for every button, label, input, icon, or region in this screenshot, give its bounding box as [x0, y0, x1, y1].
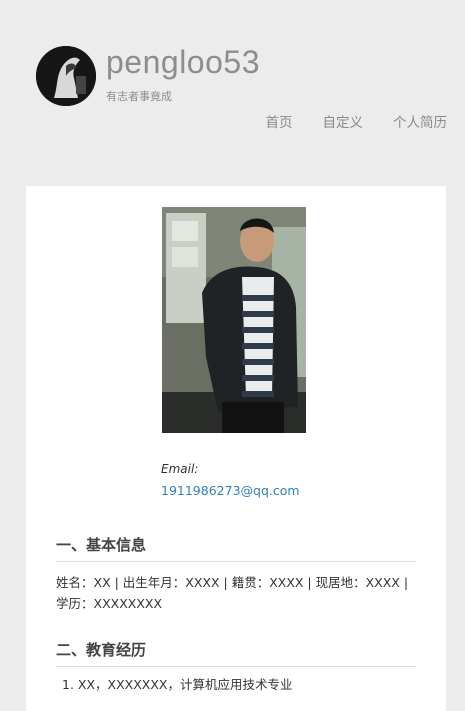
profile-photo-image — [162, 207, 306, 433]
site-title[interactable]: pengloo53 — [106, 44, 260, 81]
main-nav: 首页 自定义 个人简历 — [236, 111, 448, 131]
site-header: pengloo53 有志者事竟成 首页 自定义 个人简历 — [0, 0, 465, 170]
nav-item-custom[interactable]: 自定义 — [323, 111, 364, 131]
email-link[interactable]: 1911986273@qq.com — [161, 483, 300, 498]
avatar-image — [36, 46, 96, 106]
education-list-item: 1. XX，XXXXXXX，计算机应用技术专业 — [62, 677, 293, 692]
section-heading-education: 二、教育经历 — [56, 639, 416, 667]
content-card: Email: 1911986273@qq.com 一、基本信息 姓名：XX | … — [26, 186, 446, 711]
site-logo-avatar[interactable] — [36, 46, 96, 106]
site-tagline: 有志者事竟成 — [106, 90, 172, 103]
email-label: Email: — [161, 462, 199, 476]
profile-photo — [162, 207, 306, 433]
section-heading-basic-info: 一、基本信息 — [56, 534, 416, 562]
nav-item-home[interactable]: 首页 — [266, 111, 293, 131]
basic-info-text: 姓名：XX | 出生年月：XXXX | 籍贯：XXXX | 现居地：XXXX |… — [56, 575, 409, 611]
nav-item-resume[interactable]: 个人简历 — [393, 111, 447, 131]
